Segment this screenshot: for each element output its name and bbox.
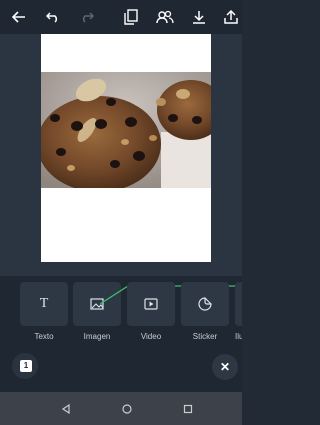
sticker-tile-label: Sticker (192, 332, 218, 341)
design-page[interactable] (41, 34, 211, 262)
collaborate-icon[interactable] (152, 4, 178, 30)
text-tile[interactable]: T (20, 282, 68, 326)
download-icon[interactable] (186, 4, 212, 30)
redo-icon[interactable] (74, 4, 100, 30)
back-arrow-icon[interactable] (6, 4, 32, 30)
top-toolbar (0, 0, 242, 34)
page-number-badge: 1 (20, 360, 32, 372)
nav-home-icon[interactable] (119, 401, 135, 417)
video-tile[interactable] (127, 282, 175, 326)
video-icon (144, 298, 158, 310)
sticker-icon (198, 297, 212, 311)
nav-back-icon[interactable] (58, 401, 74, 417)
nav-recents-icon[interactable] (180, 401, 196, 417)
image-tile-label: Imagen (83, 332, 111, 341)
pages-icon[interactable] (118, 4, 144, 30)
design-canvas (0, 34, 242, 276)
illustration-tile[interactable] (235, 282, 242, 326)
video-tile-label: Video (140, 332, 162, 341)
cookie-photo[interactable] (41, 72, 211, 188)
sticker-tile[interactable] (181, 282, 229, 326)
undo-icon[interactable] (40, 4, 66, 30)
elements-panel: T Texto Imagen Video Sticker Ilu 1 ✕ (0, 276, 242, 392)
text-tile-label: Texto (34, 332, 54, 341)
share-icon[interactable] (218, 4, 244, 30)
illustration-tile-label: Ilu (235, 332, 242, 341)
system-navigation-bar (0, 392, 242, 425)
close-button[interactable]: ✕ (212, 354, 238, 380)
text-icon: T (39, 296, 49, 311)
